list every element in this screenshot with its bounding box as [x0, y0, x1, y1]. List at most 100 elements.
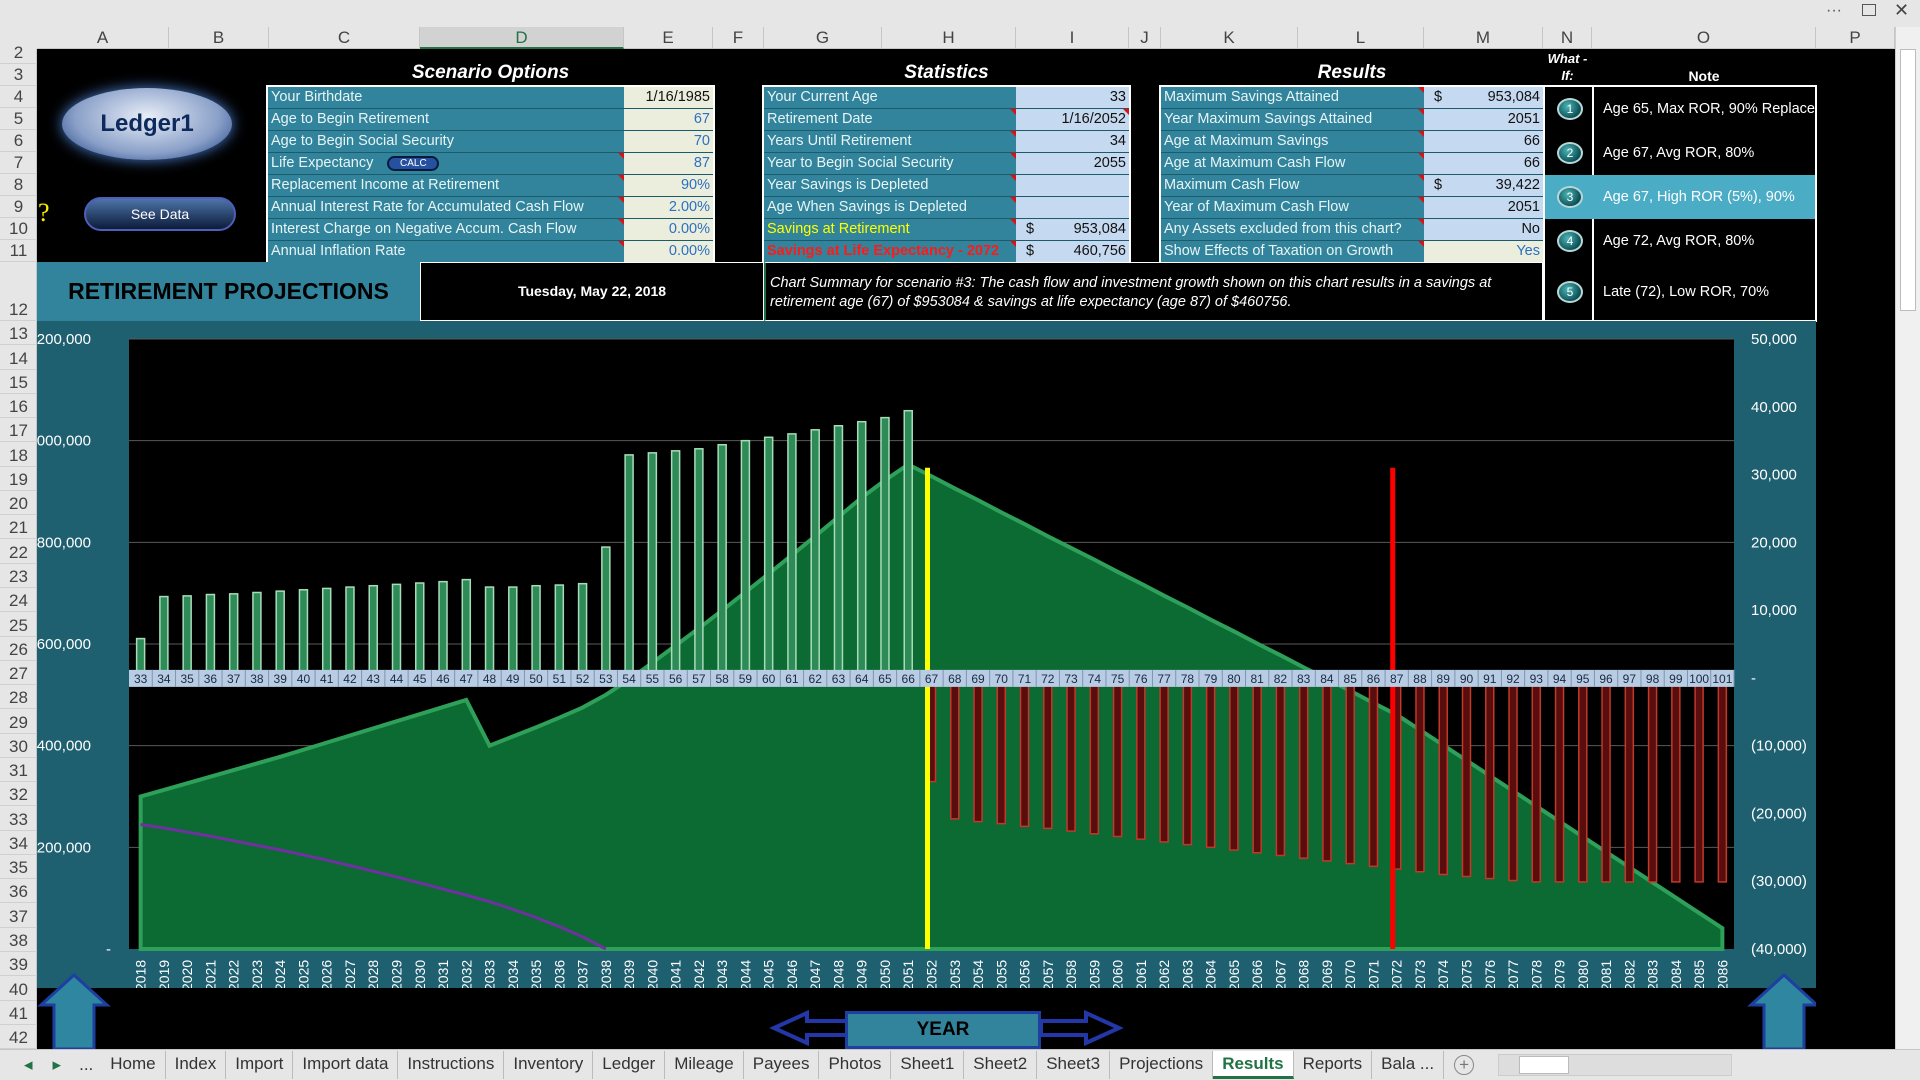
scenario-value[interactable]: 70: [624, 131, 713, 152]
row-header-14[interactable]: 14: [0, 345, 37, 370]
row-header-28[interactable]: 28: [0, 685, 37, 710]
column-header-b[interactable]: B: [169, 27, 269, 49]
scenario-3-button[interactable]: 3: [1557, 186, 1583, 208]
sheet-tab-reports[interactable]: Reports: [1294, 1051, 1373, 1079]
sheet-tab-home[interactable]: Home: [101, 1051, 166, 1079]
restore-icon[interactable]: [1862, 4, 1876, 16]
vertical-scrollbar[interactable]: [1895, 27, 1920, 1049]
row-header-23[interactable]: 23: [0, 564, 37, 588]
row-header-3[interactable]: 3: [0, 64, 37, 86]
sheet-tab-import-data[interactable]: Import data: [293, 1051, 399, 1079]
what-if-row-3[interactable]: 3 Age 67, High ROR (5%), 90%: [1545, 175, 1815, 219]
sheet-tab-ledger[interactable]: Ledger: [593, 1051, 666, 1079]
row-header-11[interactable]: 11: [0, 240, 37, 262]
see-data-button[interactable]: See Data: [84, 197, 236, 231]
row-header-19[interactable]: 19: [0, 467, 37, 491]
row-header-7[interactable]: 7: [0, 152, 37, 174]
sheet-tab-inventory[interactable]: Inventory: [504, 1051, 594, 1079]
tab-scroll-left-icon[interactable]: ◂: [0, 1055, 43, 1075]
row-header-35[interactable]: 35: [0, 855, 37, 880]
sheet-tab-sheet2[interactable]: Sheet2: [964, 1051, 1038, 1079]
add-sheet-icon[interactable]: +: [1454, 1055, 1475, 1075]
row-header-40[interactable]: 40: [0, 976, 37, 1001]
row-header-16[interactable]: 16: [0, 394, 37, 419]
more-options-button[interactable]: ···: [1826, 2, 1842, 20]
column-header-k[interactable]: K: [1161, 27, 1298, 49]
column-header-o[interactable]: O: [1592, 27, 1816, 49]
column-header-g[interactable]: G: [764, 27, 882, 49]
scenario-2-button[interactable]: 2: [1557, 142, 1583, 164]
row-header-30[interactable]: 30: [0, 734, 37, 758]
scrollbar-thumb[interactable]: [1900, 49, 1916, 311]
row-header-2[interactable]: 2: [0, 43, 37, 64]
sheet-tab-mileage[interactable]: Mileage: [665, 1051, 744, 1079]
row-header-36[interactable]: 36: [0, 879, 37, 904]
what-if-row-4[interactable]: 4 Age 72, Avg ROR, 80%: [1545, 219, 1815, 263]
sheet-tab-instructions[interactable]: Instructions: [398, 1051, 505, 1079]
row-header-39[interactable]: 39: [0, 952, 37, 977]
scenario-value[interactable]: 0.00%: [624, 219, 713, 240]
scenario-5-button[interactable]: 5: [1557, 280, 1583, 303]
sheet-tab-projections[interactable]: Projections: [1110, 1051, 1214, 1079]
calc-button[interactable]: CALC: [387, 155, 440, 171]
row-header-29[interactable]: 29: [0, 709, 37, 734]
sheet-tab-import[interactable]: Import: [226, 1051, 294, 1079]
column-header-d[interactable]: D: [420, 27, 624, 49]
column-header-f[interactable]: F: [713, 27, 764, 49]
row-header-22[interactable]: 22: [0, 539, 37, 564]
scenario-4-button[interactable]: 4: [1557, 230, 1583, 252]
row-header-21[interactable]: 21: [0, 515, 37, 540]
column-header-i[interactable]: I: [1016, 27, 1129, 49]
row-header-37[interactable]: 37: [0, 903, 37, 928]
row-header-18[interactable]: 18: [0, 442, 37, 467]
row-header-31[interactable]: 31: [0, 758, 37, 783]
column-header-c[interactable]: C: [269, 27, 420, 49]
sheet-tab-sheet1[interactable]: Sheet1: [891, 1051, 965, 1079]
column-header-p[interactable]: P: [1816, 27, 1895, 49]
row-header-9[interactable]: 9: [0, 196, 37, 218]
row-header-26[interactable]: 26: [0, 637, 37, 661]
sheet-tab-sheet3[interactable]: Sheet3: [1037, 1051, 1111, 1079]
row-header-24[interactable]: 24: [0, 588, 37, 613]
horizontal-scrollbar-thumb[interactable]: [1519, 1056, 1570, 1074]
tab-scroll-right-icon[interactable]: ▸: [43, 1055, 72, 1075]
row-header-41[interactable]: 41: [0, 1001, 37, 1025]
row-header-10[interactable]: 10: [0, 218, 37, 240]
scenario-value[interactable]: 2.00%: [624, 197, 713, 218]
scenario-1-button[interactable]: 1: [1557, 98, 1583, 120]
column-header-m[interactable]: M: [1424, 27, 1543, 49]
column-header-h[interactable]: H: [882, 27, 1016, 49]
what-if-row-2[interactable]: 2 Age 67, Avg ROR, 80%: [1545, 131, 1815, 175]
row-header-27[interactable]: 27: [0, 661, 37, 686]
column-header-e[interactable]: E: [624, 27, 713, 49]
sheet-tab-payees[interactable]: Payees: [744, 1051, 820, 1079]
row-header-6[interactable]: 6: [0, 130, 37, 152]
sheet-tab-photos[interactable]: Photos: [819, 1051, 892, 1079]
row-header-12[interactable]: 12: [0, 262, 37, 321]
scenario-value[interactable]: 67: [624, 109, 713, 130]
sheet-tab-bala-[interactable]: Bala ...: [1372, 1051, 1445, 1079]
ledger1-logo-button[interactable]: Ledger1: [62, 88, 232, 160]
scenario-value[interactable]: 0.00%: [624, 241, 713, 262]
row-header-25[interactable]: 25: [0, 612, 37, 637]
row-header-33[interactable]: 33: [0, 806, 37, 831]
year-button[interactable]: YEAR: [845, 1011, 1041, 1049]
help-icon[interactable]: ?: [38, 198, 50, 228]
row-header-17[interactable]: 17: [0, 418, 37, 443]
row-header-13[interactable]: 13: [0, 321, 37, 346]
horizontal-scrollbar[interactable]: [1498, 1054, 1733, 1076]
scenario-value[interactable]: 1/16/1985: [624, 87, 713, 108]
column-header-j[interactable]: J: [1129, 27, 1161, 49]
scenario-value[interactable]: 87: [624, 153, 713, 174]
row-header-5[interactable]: 5: [0, 108, 37, 130]
scenario-value[interactable]: 90%: [624, 175, 713, 196]
what-if-row-5[interactable]: 5 Late (72), Low ROR, 70%: [1545, 263, 1815, 320]
row-header-34[interactable]: 34: [0, 831, 37, 855]
what-if-row-1[interactable]: 1 Age 65, Max ROR, 90% Replace: [1545, 87, 1815, 131]
close-icon[interactable]: ✕: [1894, 0, 1909, 21]
row-header-4[interactable]: 4: [0, 86, 37, 108]
row-header-32[interactable]: 32: [0, 782, 37, 807]
column-header-a[interactable]: A: [37, 27, 169, 49]
column-header-n[interactable]: N: [1543, 27, 1592, 49]
sheet-tab-index[interactable]: Index: [166, 1051, 227, 1079]
